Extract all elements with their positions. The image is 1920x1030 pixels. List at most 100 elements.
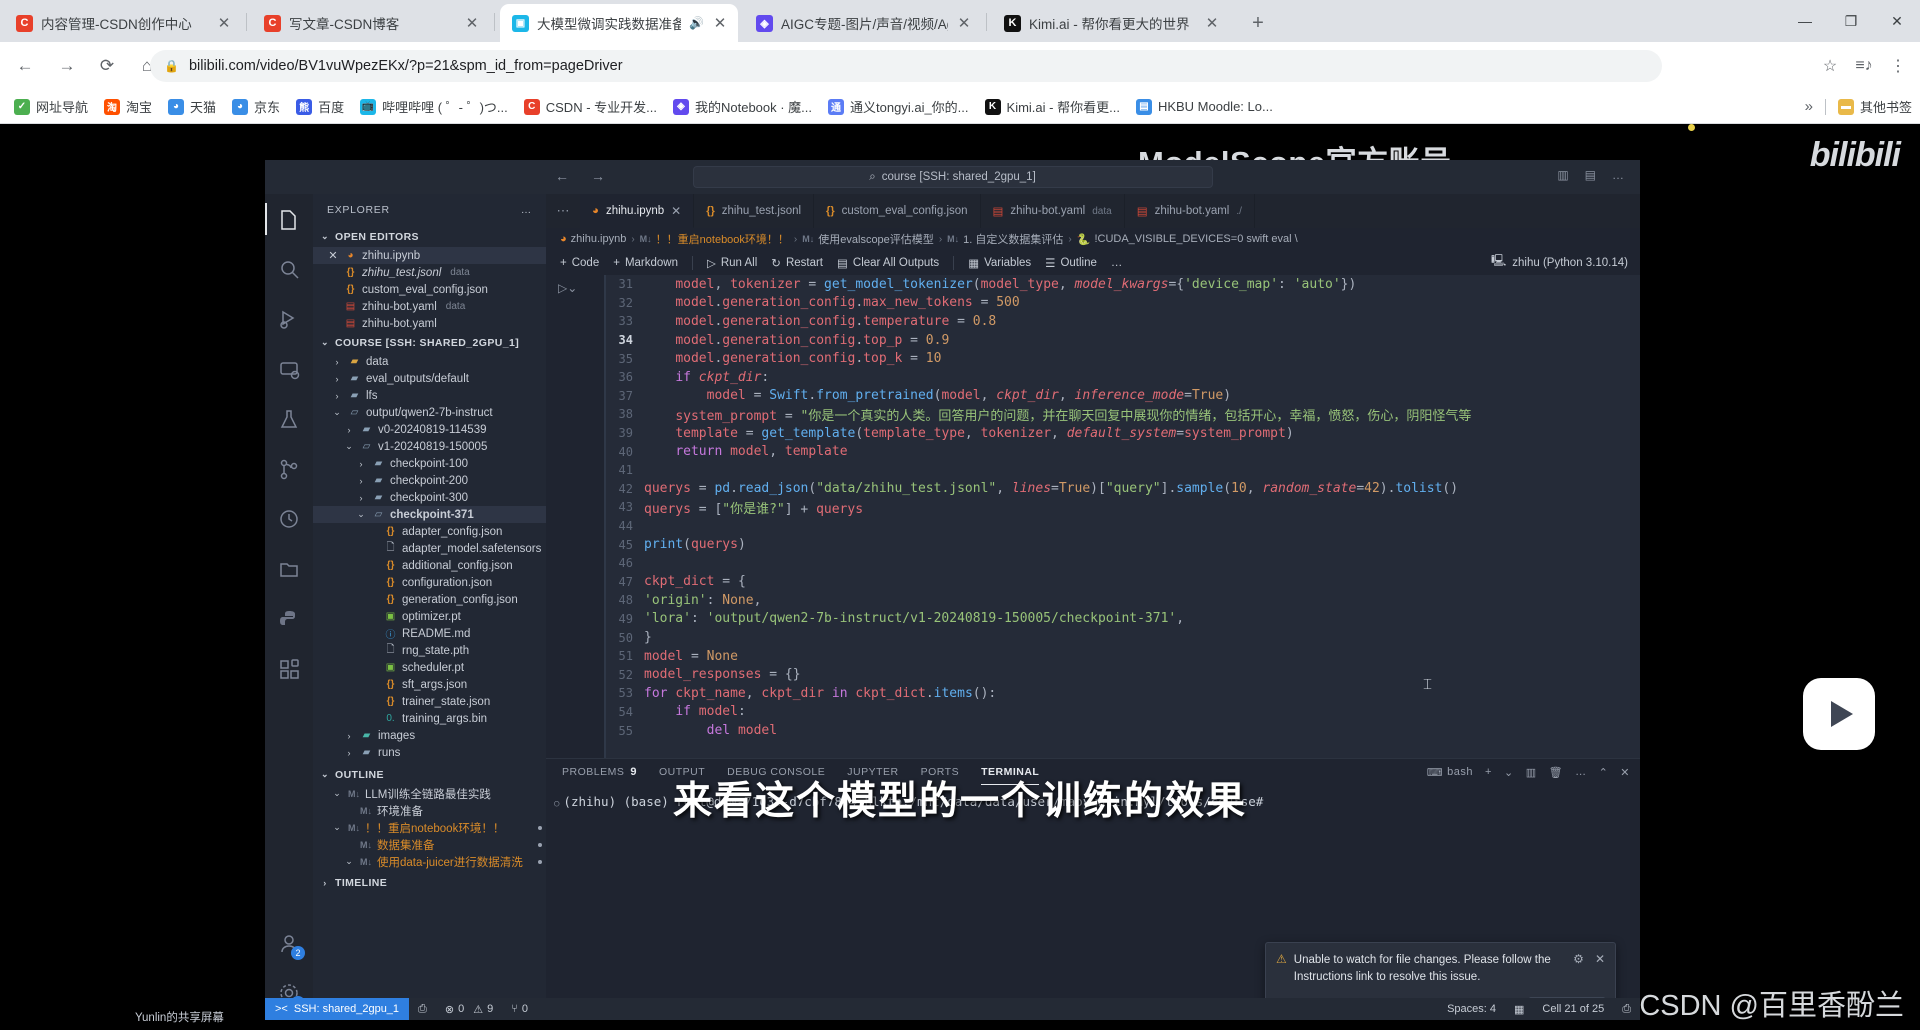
tree-item[interactable]: › ▰ eval_outputs/default [313, 370, 546, 387]
outline-button[interactable]: ☰ Outline [1045, 256, 1097, 270]
code-line[interactable]: 40 return model, template [606, 442, 1640, 461]
activity-bar-item-explorer[interactable] [265, 194, 313, 244]
tree-item[interactable]: {} adapter_config.json [313, 523, 546, 540]
minimize-button[interactable]: — [1782, 0, 1828, 42]
bookmark-item[interactable]: C CSDN - 专业开发... [523, 97, 657, 116]
close-editor-icon[interactable]: ✕ [327, 249, 339, 262]
new-tab-button[interactable]: + [1244, 10, 1272, 38]
close-icon[interactable]: ✕ [1595, 952, 1605, 966]
open-editors-header[interactable]: ⌄ OPEN EDITORS [313, 226, 546, 247]
editor-tab[interactable]: {} zhihu_test.jsonl [694, 194, 815, 228]
timeline-section-header[interactable]: › TIMELINE [313, 872, 546, 893]
close-button[interactable]: ✕ [1874, 0, 1920, 42]
status-layout-icon[interactable]: ▦ [1505, 1003, 1533, 1016]
code-line[interactable]: 53 for ckpt_name, ckpt_dir in ckpt_dict.i… [606, 684, 1640, 703]
code-line[interactable]: 37 model = Swift.from_pretrained(model, … [606, 387, 1640, 406]
tree-item[interactable]: {} trainer_state.json [313, 693, 546, 710]
tree-item[interactable]: 0. training_args.bin [313, 710, 546, 727]
chevron-down-icon[interactable]: ⌄ [319, 231, 331, 242]
breadcrumb-item[interactable]: M↓ ！！重启notebook环境！！ [640, 231, 789, 247]
tree-item[interactable]: › ▰ checkpoint-200 [313, 472, 546, 489]
code-editor[interactable]: 31 model, tokenizer = get_model_tokenize… [604, 275, 1640, 758]
reading-list-icon[interactable]: ≡♪ [1848, 50, 1880, 82]
tree-item[interactable]: ⓘ README.md [313, 625, 546, 642]
chevron-right-icon[interactable]: › [343, 731, 355, 741]
tab-close-icon[interactable]: ✕ [1204, 16, 1220, 31]
layout-icon[interactable]: ▤ [1585, 168, 1596, 182]
clear-outputs-button[interactable]: ▤ Clear All Outputs [837, 256, 939, 270]
tree-item[interactable]: 🗋 rng_state.pth [313, 642, 546, 659]
bookmark-item[interactable]: ▤ HKBU Moodle: Lo... [1135, 98, 1273, 115]
tree-item[interactable]: 🗋 adapter_model.safetensors [313, 540, 546, 557]
bookmark-item[interactable]: ◈ 我的Notebook · 魔... [672, 97, 812, 116]
close-icon[interactable]: ✕ [671, 204, 681, 218]
tree-item[interactable]: ⌄ ▱ output/qwen2-7b-instruct [313, 404, 546, 421]
tree-item[interactable]: › ▰ checkpoint-100 [313, 455, 546, 472]
code-line[interactable]: 39 template = get_template(template_type… [606, 424, 1640, 443]
tree-item[interactable]: › ▰ images [313, 727, 546, 744]
activity-bar-item-source-control[interactable] [265, 444, 313, 494]
open-editor-item[interactable]: ✕ ◕ zhihu.ipynb [313, 247, 546, 264]
tree-item[interactable]: {} additional_config.json [313, 557, 546, 574]
editor-tab[interactable]: {} custom_eval_config.json [814, 194, 981, 228]
tree-item[interactable]: {} sft_args.json [313, 676, 546, 693]
chevron-right-icon[interactable]: › [355, 493, 367, 503]
chevron-down-icon[interactable]: ⌄ [343, 441, 355, 452]
code-line[interactable]: 44 [606, 517, 1640, 536]
bookmark-star-icon[interactable]: ☆ [1814, 50, 1846, 82]
workspace-header[interactable]: ⌄ COURSE [SSH: SHARED_2GPU_1] [313, 332, 546, 353]
tab-close-icon[interactable]: ✕ [712, 16, 728, 31]
tree-item[interactable]: › ▰ checkpoint-300 [313, 489, 546, 506]
notebook-cell-code[interactable]: ▷⌄ 31 model, tokenizer = get_model_token… [546, 275, 1640, 758]
breadcrumb-item[interactable]: ◕ zhihu.ipynb [560, 233, 626, 245]
code-line[interactable]: 31 model, tokenizer = get_model_tokenize… [606, 275, 1640, 294]
editor-tab[interactable]: ▤ zhihu-bot.yaml ./ [1125, 194, 1255, 228]
chevron-right-icon[interactable]: › [331, 374, 343, 384]
bookmark-other[interactable]: ▬ 其他书签 [1837, 97, 1912, 116]
status-problems[interactable]: ⊗ 0 ⚠ 9 [436, 1003, 502, 1016]
browser-menu-icon[interactable]: ⋮ [1882, 50, 1914, 82]
chevron-right-icon[interactable]: › [343, 425, 355, 435]
add-code-cell-button[interactable]: + Code [560, 257, 599, 269]
chevron-down-icon[interactable]: ⌄ [355, 509, 367, 520]
remote-indicator[interactable]: >< SSH: shared_2gpu_1 [265, 998, 410, 1020]
code-line[interactable]: 46 [606, 554, 1640, 573]
more-icon[interactable]: … [1612, 168, 1624, 182]
activity-bar-item-file-manager[interactable] [265, 544, 313, 594]
tree-item[interactable]: › ▰ v0-20240819-114539 [313, 421, 546, 438]
tree-item[interactable]: › ▰ data [313, 353, 546, 370]
chevron-right-icon[interactable]: › [343, 748, 355, 758]
activity-bar-item-remote-explorer[interactable] [265, 344, 313, 394]
tree-item[interactable]: ⌄ ▱ checkpoint-371 [313, 506, 546, 523]
activity-bar-item-timeline[interactable] [265, 494, 313, 544]
reload-button[interactable]: ⟳ [92, 51, 122, 81]
status-bell[interactable]: ⎙ [409, 1003, 436, 1016]
outline-item[interactable]: ⌄ M↓ 使用data-juicer进行数据清洗 [313, 853, 546, 870]
activity-bar-item-accounts[interactable]: 2 [265, 918, 313, 968]
code-line[interactable]: 50} [606, 628, 1640, 647]
code-line[interactable]: 48 'origin': None, [606, 591, 1640, 610]
play-button-badge[interactable] [1803, 678, 1875, 750]
tree-item[interactable]: {} configuration.json [313, 574, 546, 591]
code-line[interactable]: 45 print(querys) [606, 535, 1640, 554]
activity-bar-item-testing[interactable] [265, 394, 313, 444]
code-line[interactable]: 32 model.generation_config.max_new_token… [606, 294, 1640, 313]
code-line[interactable]: 51 model = None [606, 647, 1640, 666]
code-line[interactable]: 34 model.generation_config.top_p = 0.9 [606, 331, 1640, 350]
variables-button[interactable]: ▦ Variables [968, 256, 1031, 270]
code-line[interactable]: 33 model.generation_config.temperature =… [606, 312, 1640, 331]
tab-close-icon[interactable]: ✕ [956, 16, 972, 31]
open-editor-item[interactable]: ▤ zhihu-bot.yaml [313, 315, 546, 332]
forward-button[interactable]: → [52, 51, 82, 81]
run-all-button[interactable]: ▷ Run All [707, 256, 757, 270]
address-bar[interactable]: 🔒 bilibili.com/video/BV1vuWpezEKx/?p=21&… [150, 50, 1662, 82]
tree-item[interactable]: › ▰ lfs [313, 387, 546, 404]
activity-bar-item-search[interactable] [265, 244, 313, 294]
browser-tab-1[interactable]: C 写文章-CSDN博客 ✕ [252, 4, 490, 42]
code-line[interactable]: 38 system_prompt = "你是一个真实的人类。回答用户的问题，并在… [606, 405, 1640, 424]
open-editor-item[interactable]: {} custom_eval_config.json [313, 281, 546, 298]
arrow-right-icon[interactable]: → [591, 168, 605, 184]
browser-tab-4[interactable]: K Kimi.ai - 帮你看更大的世界 ✕ [992, 4, 1230, 42]
tab-close-icon[interactable]: ✕ [216, 16, 232, 31]
bookmark-item[interactable]: 通通义tongyi.ai_你的... [828, 97, 969, 116]
